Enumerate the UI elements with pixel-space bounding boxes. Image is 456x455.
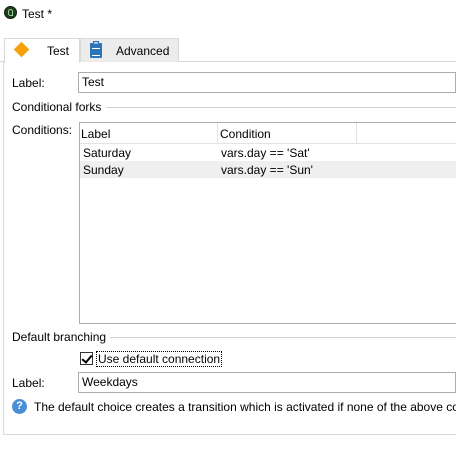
label-caption: Label: (12, 76, 45, 90)
column-header-condition[interactable]: Condition (220, 127, 271, 141)
row-condition-cell: vars.day == 'Sat' (221, 146, 310, 160)
table-row[interactable]: Sunday vars.day == 'Sun' (80, 161, 456, 178)
row-label-cell: Sunday (83, 163, 124, 177)
table-row[interactable]: Saturday vars.day == 'Sat' (80, 144, 456, 161)
conditions-caption: Conditions: (12, 123, 73, 137)
window-title: Test * (22, 7, 53, 21)
column-header-label[interactable]: Label (81, 127, 110, 141)
conditional-forks-title: Conditional forks (12, 100, 102, 114)
label-input[interactable]: Test (78, 72, 456, 93)
app-logo-icon (4, 6, 17, 19)
checkmark-icon (81, 352, 93, 364)
row-label-cell: Saturday (83, 146, 132, 160)
use-default-connection-label[interactable]: Use default connection (96, 351, 223, 367)
tab-advanced-label: Advanced (116, 44, 170, 58)
help-icon: ? (12, 399, 27, 414)
help-text: The default choice creates a transition … (34, 400, 456, 414)
diamond-icon (13, 41, 30, 58)
column-separator[interactable] (356, 123, 357, 143)
default-label-caption: Label: (12, 376, 45, 390)
tab-test[interactable]: Test (4, 38, 80, 63)
tab-test-label: Test (47, 44, 70, 58)
section-divider (106, 107, 456, 108)
default-branching-title: Default branching (12, 330, 107, 344)
clipboard-icon (90, 41, 102, 58)
tab-advanced[interactable]: Advanced (80, 38, 179, 62)
title-bar: Test * (0, 0, 456, 28)
column-separator[interactable] (217, 123, 218, 143)
use-default-connection-checkbox[interactable] (80, 352, 93, 365)
conditions-table[interactable]: Label Condition Saturday vars.day == 'Sa… (79, 122, 456, 324)
table-header: Label Condition (80, 123, 456, 144)
default-label-input[interactable]: Weekdays (78, 372, 456, 393)
section-divider (110, 337, 456, 338)
row-condition-cell: vars.day == 'Sun' (221, 163, 313, 177)
